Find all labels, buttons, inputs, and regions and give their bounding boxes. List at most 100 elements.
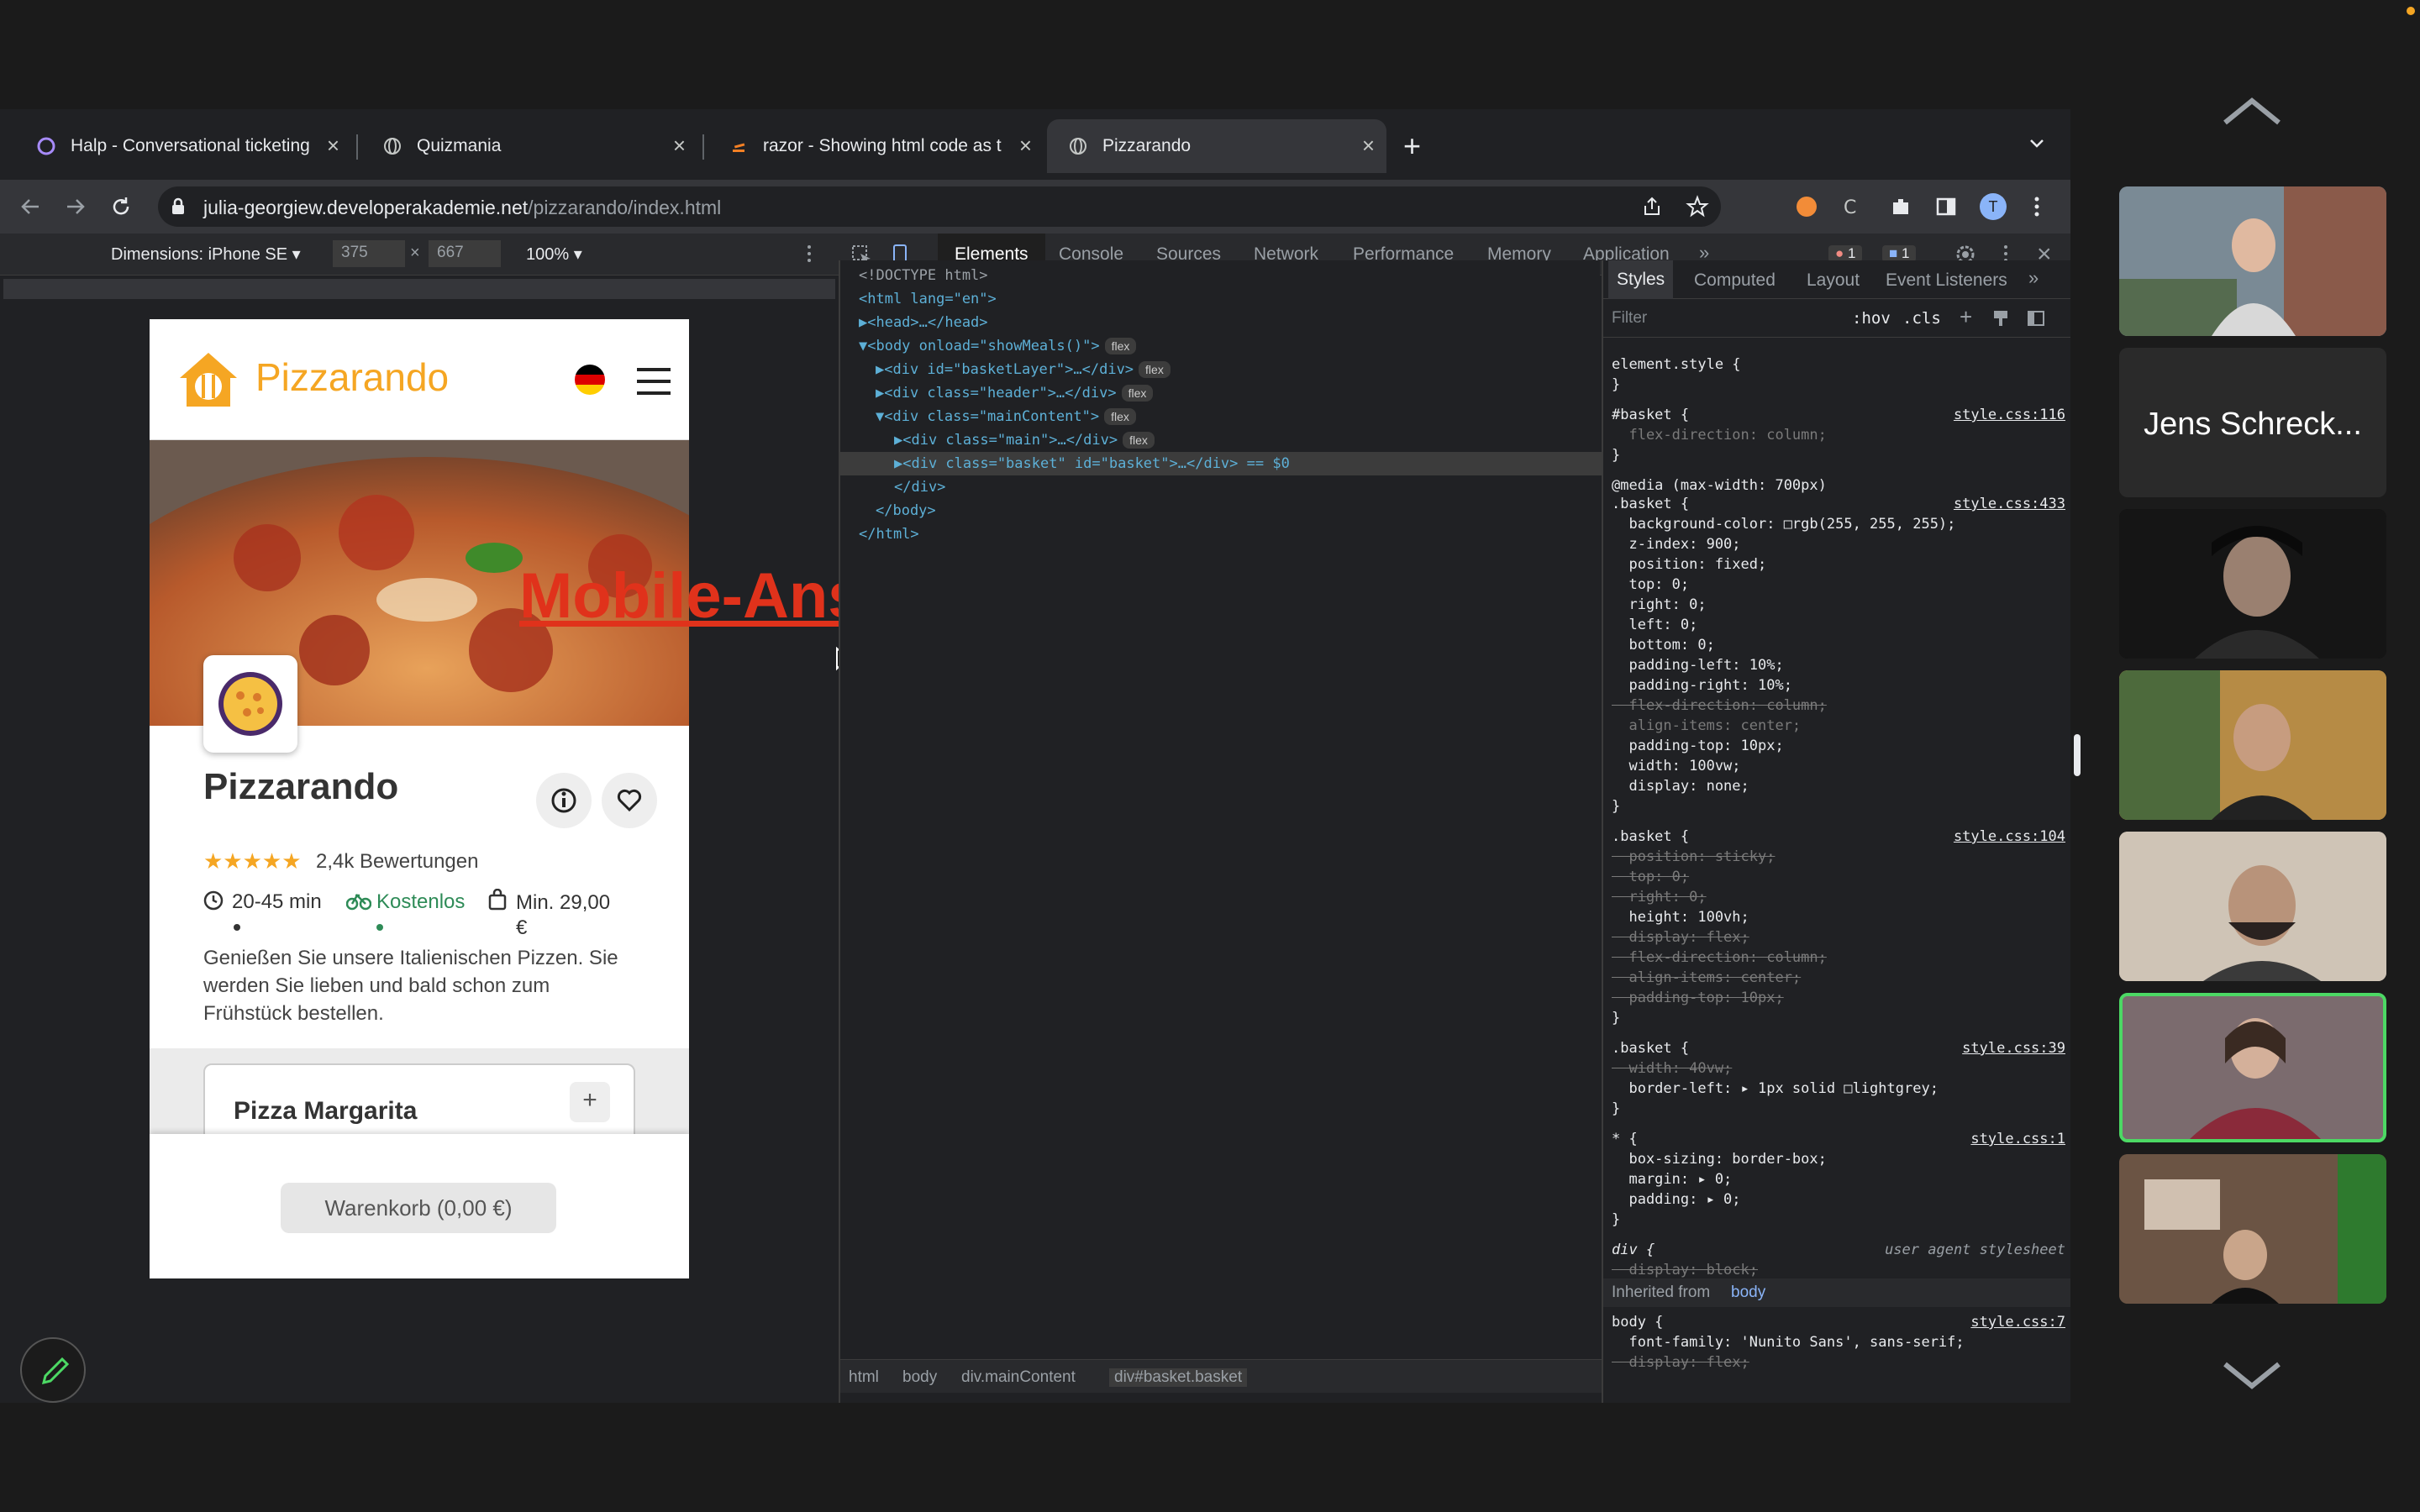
more-vert-icon[interactable] [805, 244, 813, 268]
close-icon[interactable]: × [1019, 133, 1032, 158]
participant-video-4[interactable] [2119, 832, 2386, 981]
style-declaration[interactable]: align-items: center; [1612, 969, 1801, 986]
tab-pizzarando[interactable]: Pizzarando × [1047, 119, 1386, 173]
style-declaration[interactable]: display: flex; [1612, 1354, 1749, 1371]
style-declaration[interactable]: margin: ▸ 0; [1612, 1171, 1732, 1188]
profile-avatar[interactable]: T [1980, 193, 2007, 220]
dom-line-maincontent[interactable]: ▼<div class="mainContent"> flex [876, 408, 1136, 425]
basket-button[interactable]: Warenkorb (0,00 €) [281, 1183, 556, 1233]
close-icon[interactable]: × [673, 133, 686, 158]
breadcrumb-item[interactable]: html [849, 1368, 879, 1387]
participant-video-1[interactable] [2119, 186, 2386, 336]
new-rule-plus-icon[interactable]: + [1960, 304, 1972, 330]
style-declaration[interactable]: left: 0; [1612, 617, 1697, 633]
close-icon[interactable]: × [327, 133, 339, 158]
style-declaration[interactable]: padding: ▸ 0; [1612, 1191, 1740, 1208]
style-declaration[interactable]: font-family: 'Nunito Sans', sans-serif; [1612, 1334, 1964, 1351]
paint-icon[interactable] [1991, 309, 2010, 332]
dom-line[interactable]: </div> [894, 479, 945, 496]
style-source-link[interactable]: user agent stylesheet [1885, 1242, 2065, 1258]
extension-orange-icon[interactable] [1795, 195, 1818, 223]
style-declaration[interactable]: flex-direction: column; [1612, 949, 1826, 966]
add-item-button[interactable]: + [570, 1082, 610, 1122]
share-icon[interactable] [1640, 195, 1664, 223]
style-declaration[interactable]: padding-left: 10%; [1612, 657, 1783, 674]
flex-badge[interactable]: flex [1121, 385, 1154, 402]
breadcrumb-item[interactable]: body [902, 1368, 937, 1387]
message-count-badge[interactable]: ■ 1 [1882, 245, 1917, 262]
device-width-input[interactable]: 375 [333, 240, 405, 267]
breadcrumb-item[interactable]: div.mainContent [961, 1368, 1076, 1387]
dom-line[interactable]: </body> [876, 502, 936, 519]
participant-name-tile[interactable]: Jens Schreck... [2119, 348, 2386, 497]
filter-input[interactable]: Filter [1612, 309, 1647, 328]
style-declaration[interactable]: background-color: □rgb(255, 255, 255); [1612, 516, 1955, 533]
style-declaration[interactable]: box-sizing: border-box; [1612, 1151, 1826, 1168]
sidebar-toggle-icon[interactable] [2027, 309, 2045, 332]
tab-quizmania[interactable]: Quizmania × [361, 119, 697, 173]
style-declaration[interactable]: display: block; [1612, 1262, 1758, 1278]
panel-resize-handle[interactable] [2074, 734, 2081, 776]
flex-badge[interactable]: flex [1139, 361, 1171, 378]
style-declaration[interactable]: top: 0; [1612, 869, 1689, 885]
style-declaration[interactable]: border-left: ▸ 1px solid □lightgrey; [1612, 1080, 1938, 1097]
style-source-link[interactable]: style.css:7 [1970, 1314, 2065, 1331]
style-declaration[interactable]: display: flex; [1612, 929, 1749, 946]
dom-line-header[interactable]: ▶<div class="header">…</div> flex [876, 385, 1154, 402]
bookmark-star-icon[interactable] [1686, 195, 1709, 223]
device-height-input[interactable]: 667 [429, 240, 501, 267]
style-source-link[interactable]: style.css:116 [1954, 407, 2065, 423]
style-declaration[interactable]: display: none; [1612, 778, 1749, 795]
dom-line-basket-selected[interactable]: ▶<div class="basket" id="basket">…</div>… [894, 455, 1290, 472]
style-declaration[interactable]: padding-right: 10%; [1612, 677, 1791, 694]
dom-line[interactable]: ▶<head>…</head> [859, 314, 988, 331]
extension-c-icon[interactable]: C [1842, 195, 1865, 223]
dom-line-basketlayer[interactable]: ▶<div id="basketLayer">…</div> flex [876, 361, 1171, 378]
info-button[interactable] [536, 773, 592, 828]
style-declaration[interactable]: padding-top: 10px; [1612, 990, 1783, 1006]
scroll-down-chevron-icon[interactable] [2220, 1357, 2284, 1395]
style-declaration[interactable]: align-items: center; [1612, 717, 1801, 734]
breadcrumb-item[interactable]: div#basket.basket [1109, 1368, 1248, 1387]
style-source-link[interactable]: style.css:433 [1954, 496, 2065, 512]
more-tabs-chevron-icon[interactable]: » [2028, 267, 2039, 289]
dom-line[interactable]: </html> [859, 526, 919, 543]
style-declaration[interactable]: flex-direction: column; [1612, 697, 1826, 714]
participant-video-active-speaker[interactable] [2119, 993, 2386, 1142]
tab-halp[interactable]: Halp - Conversational ticketing × [15, 119, 351, 173]
style-declaration[interactable]: position: sticky; [1612, 848, 1775, 865]
error-count-badge[interactable]: ● 1 [1828, 245, 1863, 262]
style-source-link[interactable]: style.css:104 [1954, 828, 2065, 845]
style-declaration[interactable]: bottom: 0; [1612, 637, 1714, 654]
forward-arrow-icon[interactable] [64, 195, 87, 223]
address-bar[interactable]: julia-georgiew.developerakademie.net/piz… [158, 186, 1721, 227]
back-arrow-icon[interactable] [18, 195, 42, 223]
style-declaration[interactable]: flex-direction: column; [1612, 427, 1826, 444]
annotate-button[interactable] [20, 1337, 86, 1403]
dom-line[interactable]: <!DOCTYPE html> [859, 267, 988, 284]
style-declaration[interactable]: padding-top: 10px; [1612, 738, 1783, 754]
participant-video-3[interactable] [2119, 670, 2386, 820]
scroll-up-chevron-icon[interactable] [2220, 94, 2284, 132]
zoom-select[interactable]: 100% ▾ [526, 244, 582, 265]
style-declaration[interactable]: z-index: 900; [1612, 536, 1740, 553]
reload-icon[interactable] [109, 195, 133, 223]
inherited-from-link[interactable]: body [1731, 1284, 1765, 1302]
dom-line[interactable]: <html lang="en"> [859, 291, 997, 307]
style-declaration[interactable]: position: fixed; [1612, 556, 1766, 573]
flex-badge[interactable]: flex [1104, 338, 1137, 354]
participant-video-5[interactable] [2119, 1154, 2386, 1304]
dom-line-body[interactable]: ▼<body onload="showMeals()"> flex [859, 338, 1137, 354]
german-flag-icon[interactable] [575, 365, 605, 395]
favorite-button[interactable] [602, 773, 657, 828]
more-vert-icon[interactable] [2032, 195, 2042, 223]
style-declaration[interactable]: right: 0; [1612, 596, 1706, 613]
style-source-link[interactable]: style.css:39 [1962, 1040, 2065, 1057]
style-declaration[interactable]: width: 100vw; [1612, 758, 1740, 774]
hov-toggle[interactable]: :hov [1852, 309, 1891, 328]
style-declaration[interactable]: height: 100vh; [1612, 909, 1749, 926]
style-declaration[interactable]: right: 0; [1612, 889, 1706, 906]
hamburger-menu-icon[interactable] [637, 368, 671, 399]
tab-layout[interactable]: Layout [1807, 270, 1860, 291]
style-declaration[interactable]: top: 0; [1612, 576, 1689, 593]
